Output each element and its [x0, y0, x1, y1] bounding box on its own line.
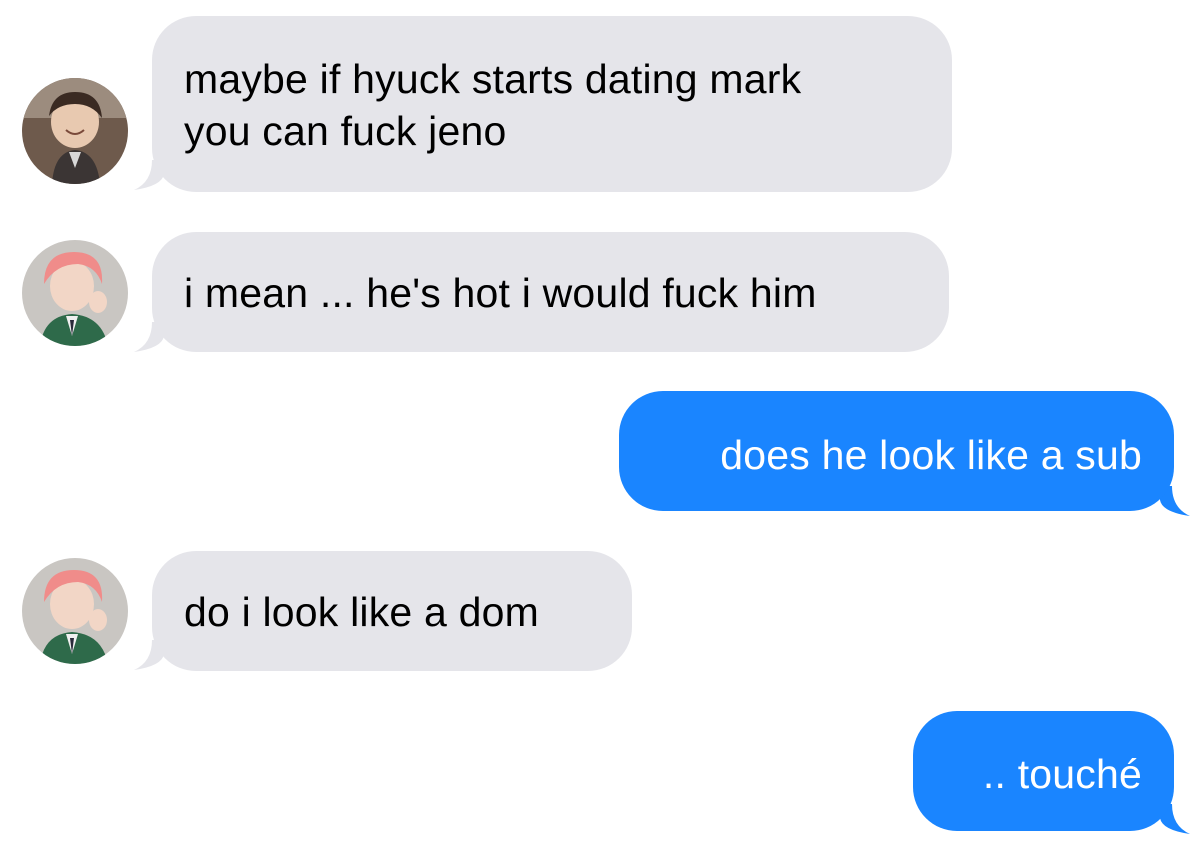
avatar-photo-icon	[22, 78, 128, 184]
contact-avatar-3[interactable]	[22, 558, 128, 664]
message-thread[interactable]: maybe if hyuck starts dating mark you ca…	[0, 0, 1200, 843]
avatar-photo-icon	[22, 240, 128, 346]
message-text-line: does he look like a sub	[720, 432, 1142, 478]
message-text-line: you can fuck jeno	[184, 108, 507, 154]
avatar-photo-icon	[22, 558, 128, 664]
message-text-line: do i look like a dom	[184, 589, 539, 635]
contact-avatar-2[interactable]	[22, 240, 128, 346]
incoming-message-bubble-2[interactable]: i mean ... he's hot i would fuck him	[152, 232, 949, 352]
message-text-line: i mean ... he's hot i would fuck him	[184, 270, 817, 316]
outgoing-message-bubble-1[interactable]: does he look like a sub	[619, 391, 1174, 511]
message-text-line: maybe if hyuck starts dating mark	[184, 56, 802, 102]
incoming-message-bubble-1[interactable]: maybe if hyuck starts dating mark you ca…	[152, 16, 952, 192]
incoming-message-bubble-3[interactable]: do i look like a dom	[152, 551, 632, 671]
outgoing-message-bubble-2[interactable]: .. touché	[913, 711, 1174, 831]
message-text-line: .. touché	[982, 751, 1142, 797]
contact-avatar-1[interactable]	[22, 78, 128, 184]
